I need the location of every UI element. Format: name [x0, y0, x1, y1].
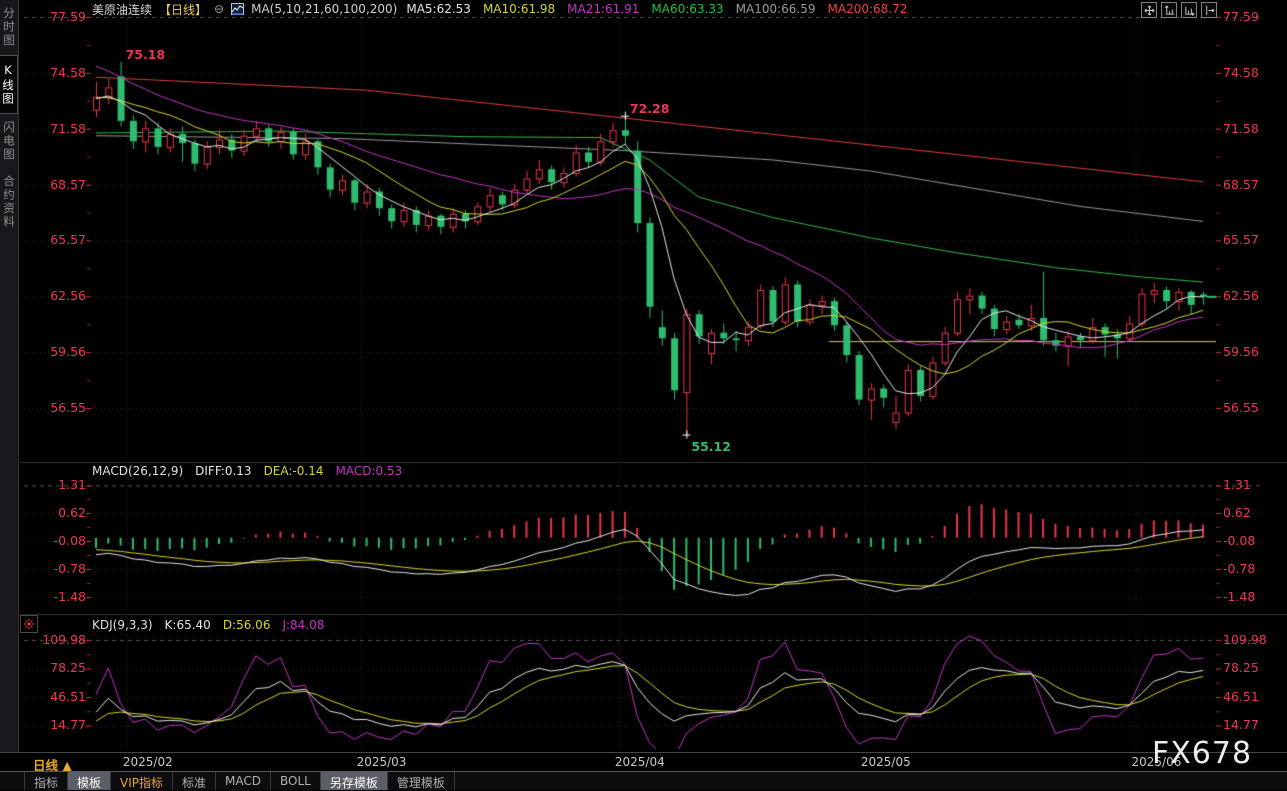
bottom-tab-bar: 指标模板VIP指标标准MACDBOLL另存模板管理模板	[0, 771, 1287, 790]
y-axis-label: -0.08	[1223, 533, 1287, 548]
y-axis-label: 109.98	[1223, 632, 1287, 647]
bottom-tab[interactable]: BOLL	[271, 772, 321, 790]
instrument-title: 美原油连续	[92, 1, 152, 18]
y-axis-label: 109.98	[20, 632, 86, 647]
y-axis-label: 62.56	[1223, 288, 1287, 303]
bottom-tab[interactable]: 另存模板	[321, 772, 388, 790]
axis-shift-icon[interactable]	[1201, 2, 1217, 18]
macd-value-item: DEA:-0.14	[264, 464, 324, 478]
sidebar-item-view[interactable]: 闪电图	[0, 114, 18, 169]
y-axis-label: 46.51	[20, 689, 86, 704]
mini-chart-icon	[231, 3, 244, 15]
price-extreme-annotation: 55.12	[691, 439, 731, 454]
bottom-tab[interactable]: 指标	[24, 772, 68, 790]
chart-canvas[interactable]	[0, 0, 1287, 790]
kdj-label-row: KDJ(9,3,3) K:65.40 D:56.06 J:84.08	[92, 618, 324, 632]
kdj-value-item: J:84.08	[282, 618, 324, 632]
move-icon[interactable]	[1141, 2, 1157, 18]
watermark: FX678	[1152, 736, 1252, 771]
macd-values: DIFF:0.13 DEA:-0.14 MACD:0.53	[195, 464, 402, 478]
y-axis-label: 46.51	[1223, 689, 1287, 704]
bottom-tab[interactable]: 模板	[68, 772, 111, 790]
kdj-value-item: K:65.40	[165, 618, 211, 632]
left-sidebar: 分时图K线图闪电图合约资料	[0, 0, 19, 752]
alert-icon[interactable]	[20, 615, 38, 633]
macd-label-row: MACD(26,12,9) DIFF:0.13 DEA:-0.14 MACD:0.5…	[92, 464, 402, 478]
bottom-tab[interactable]: MACD	[216, 772, 271, 790]
ma-params-label: MA(5,10,21,60,100,200)	[251, 2, 397, 16]
y-axis-label: 56.55	[1223, 400, 1287, 415]
sidebar-item-kline[interactable]: K线图	[0, 55, 18, 114]
bottom-tab[interactable]: 管理模板	[388, 772, 455, 790]
chart-toolbar	[1141, 2, 1217, 18]
price-extreme-annotation: 72.28	[630, 101, 670, 116]
sidebar-item-view[interactable]: 分时图	[0, 0, 18, 55]
y-axis-label: 74.58	[1223, 65, 1287, 80]
ma-legend-item: MA60:63.33	[651, 2, 723, 16]
y-axis-label: 77.59	[20, 9, 86, 24]
y-axis-label: 68.57	[1223, 177, 1287, 192]
y-axis-label: 0.62	[1223, 505, 1287, 520]
y-axis-label: 1.31	[1223, 477, 1287, 492]
bottom-tab[interactable]: 标准	[173, 772, 216, 790]
macd-params-label: MACD(26,12,9)	[92, 464, 183, 478]
ma-legend-item: MA5:62.53	[406, 2, 471, 16]
kdj-params-label: KDJ(9,3,3)	[92, 618, 153, 632]
y-axis-label: 68.57	[20, 177, 86, 192]
y-axis-label: 71.58	[20, 121, 86, 136]
macd-value-item: DIFF:0.13	[195, 464, 251, 478]
y-axis-label: 77.59	[1223, 9, 1287, 24]
bottom-tab[interactable]: VIP指标	[111, 772, 173, 790]
y-axis-label: -0.78	[1223, 561, 1287, 576]
y-axis-label: 78.25	[1223, 660, 1287, 675]
y-axis-label: 14.77	[20, 717, 86, 732]
sidebar-item-view[interactable]: 合约资料	[0, 168, 18, 236]
kdj-value-item: D:56.06	[223, 618, 271, 632]
y-axis-label: 56.55	[20, 400, 86, 415]
y-axis-label: 59.56	[1223, 344, 1287, 359]
y-axis-label: 65.57	[1223, 232, 1287, 247]
y-axis-label: 78.25	[20, 660, 86, 675]
y-axis-label: -1.48	[20, 589, 86, 604]
x-axis-row: 日线 ▲ 2025/022025/032025/042025/052025/06	[0, 752, 1287, 771]
x-axis-date-label: 2025/04	[615, 755, 665, 769]
ma-legend-item: MA21:61.91	[567, 2, 639, 16]
y-axis-label: 62.56	[20, 288, 86, 303]
ma-legend: MA5:62.53 MA10:61.98 MA21:61.91 MA60:63.33 M…	[404, 2, 907, 16]
y-axis-label: 71.58	[1223, 121, 1287, 136]
y-axis-label: -0.08	[20, 533, 86, 548]
ma-legend-item: MA10:61.98	[483, 2, 555, 16]
y-axis-label: 74.58	[20, 65, 86, 80]
kdj-values: K:65.40 D:56.06 J:84.08	[165, 618, 325, 632]
chart-header: 美原油连续【日线】 ⊖ MA(5,10,21,60,100,200) MA5:62…	[92, 1, 907, 17]
ma-legend-item: MA100:66.59	[736, 2, 816, 16]
axis-x-scale-icon[interactable]	[1181, 2, 1197, 18]
y-axis-label: 59.56	[20, 344, 86, 359]
x-axis-date-label: 2025/02	[123, 755, 173, 769]
y-axis-label: -0.78	[20, 561, 86, 576]
y-axis-label: 14.77	[1223, 717, 1287, 732]
ma-legend-item: MA200:68.72	[828, 2, 908, 16]
y-axis-label: 1.31	[20, 477, 86, 492]
y-axis-label: -1.48	[1223, 589, 1287, 604]
x-axis-date-label: 2025/05	[861, 755, 911, 769]
x-axis-date-label: 2025/03	[357, 755, 407, 769]
price-extreme-annotation: 75.18	[126, 47, 166, 62]
y-axis-label: 0.62	[20, 505, 86, 520]
macd-value-item: MACD:0.53	[335, 464, 402, 478]
axis-y-scale-icon[interactable]	[1161, 2, 1177, 18]
period-tag[interactable]: 【日线】	[159, 1, 207, 18]
collapse-icon[interactable]: ⊖	[214, 2, 224, 16]
y-axis-label: 65.57	[20, 232, 86, 247]
